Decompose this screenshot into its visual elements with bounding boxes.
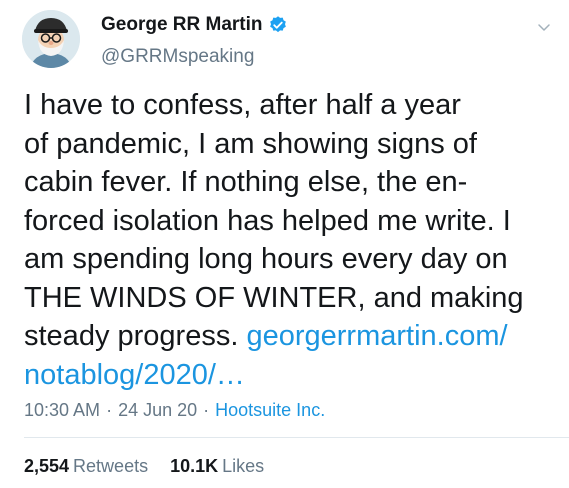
retweets-stat[interactable]: 2,554 Retweets: [24, 456, 148, 477]
divider: [24, 437, 569, 438]
tweet-stats: 2,554 Retweets 10.1K Likes: [24, 456, 286, 477]
author-handle[interactable]: @GRRMspeaking: [101, 46, 254, 68]
verified-badge-icon: [268, 15, 288, 35]
meta-separator: ·: [203, 400, 210, 420]
meta-separator: ·: [106, 400, 113, 420]
tweet-meta: 10:30 AM · 24 Jun 20 · Hootsuite Inc.: [24, 400, 325, 421]
avatar-illustration: [22, 10, 80, 68]
avatar[interactable]: [22, 10, 80, 68]
likes-stat[interactable]: 10.1K Likes: [170, 456, 264, 477]
tweet-source[interactable]: Hootsuite Inc.: [215, 400, 325, 421]
likes-label: Likes: [222, 456, 265, 476]
tweet-time[interactable]: 10:30 AM: [24, 400, 100, 421]
chevron-down-icon[interactable]: [537, 20, 551, 34]
tweet-text: I have to confess, after half a year of …: [24, 86, 559, 394]
tweet-text-body: I have to confess, after half a year of …: [24, 89, 524, 352]
author-display-name[interactable]: George RR Martin: [101, 14, 263, 36]
likes-count: 10.1K: [170, 456, 219, 476]
tweet-date[interactable]: 24 Jun 20: [118, 400, 197, 421]
retweets-label: Retweets: [73, 456, 149, 476]
retweets-count: 2,554: [24, 456, 70, 476]
author-name-row[interactable]: George RR Martin: [101, 14, 288, 36]
tweet-card: George RR Martin @GRRMspeaking I have to…: [0, 0, 569, 488]
